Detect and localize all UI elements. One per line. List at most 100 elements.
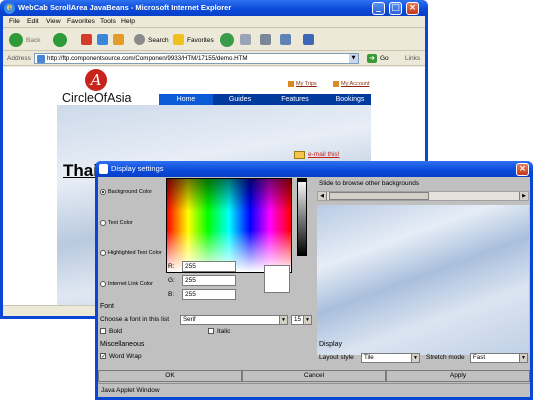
- font-family-value: Serif: [183, 316, 196, 323]
- applet-status-bar: Java Applet Window: [98, 383, 530, 397]
- print-icon[interactable]: [260, 34, 271, 45]
- menu-file[interactable]: File: [9, 18, 20, 25]
- ie-title-bar[interactable]: e WebCab ScrollArea JavaBeans - Microsof…: [0, 0, 428, 16]
- mail-icon[interactable]: [240, 34, 251, 45]
- address-bar: Address http://ftp.componentsource.com/C…: [3, 52, 425, 66]
- my-account-link[interactable]: My Account: [341, 81, 369, 87]
- stretch-mode-select[interactable]: Fast ▼: [470, 353, 528, 363]
- label-text-color[interactable]: Text Color: [108, 220, 133, 226]
- dialog-title: Display settings: [111, 164, 164, 173]
- chevron-down-icon[interactable]: ▼: [411, 354, 419, 362]
- menu-view[interactable]: View: [46, 18, 61, 25]
- my-trips-link[interactable]: My Trips: [296, 81, 317, 87]
- b-label: B:: [168, 291, 175, 298]
- address-dropdown-icon[interactable]: ▼: [349, 54, 358, 63]
- back-arrow-icon[interactable]: [9, 33, 23, 47]
- italic-checkbox[interactable]: [208, 328, 214, 334]
- color-preview-swatch: [264, 265, 290, 293]
- label-background-color[interactable]: Background Color: [108, 189, 152, 195]
- address-input[interactable]: http://ftp.componentsource.com/Componen/…: [34, 53, 359, 64]
- font-choose-label: Choose a font in this list: [100, 316, 170, 323]
- minimize-icon[interactable]: _: [372, 2, 385, 15]
- chevron-down-icon[interactable]: ▼: [279, 316, 287, 324]
- back-label[interactable]: Back: [26, 37, 40, 44]
- b-field[interactable]: 255: [182, 289, 236, 300]
- scroll-right-icon[interactable]: ▶: [519, 192, 528, 200]
- menu-tools[interactable]: Tools: [100, 18, 116, 25]
- address-label: Address: [7, 55, 31, 62]
- chevron-down-icon[interactable]: ▼: [303, 316, 311, 324]
- menu-edit[interactable]: Edit: [27, 18, 39, 25]
- brightness-slider[interactable]: [297, 178, 307, 256]
- trips-icon: [288, 81, 294, 87]
- ie-logo-icon: e: [4, 3, 15, 14]
- misc-section-title: Miscellaneous: [100, 341, 145, 348]
- go-button[interactable]: Go: [380, 55, 389, 62]
- dialog-title-bar[interactable]: Display settings ×: [95, 161, 533, 177]
- radio-internet-link-color[interactable]: [100, 281, 106, 287]
- bold-label[interactable]: Bold: [109, 328, 122, 335]
- toolbar: Back Search Favorites: [3, 29, 425, 51]
- close-icon[interactable]: ×: [406, 2, 419, 15]
- scroll-left-icon[interactable]: ◀: [318, 192, 327, 200]
- g-field[interactable]: 255: [182, 275, 236, 286]
- refresh-icon[interactable]: [97, 34, 108, 45]
- word-wrap-label[interactable]: Word Wrap: [109, 353, 142, 360]
- brightness-thumb[interactable]: [297, 179, 307, 182]
- layout-style-label: Layout style: [319, 354, 354, 361]
- label-internet-link-color[interactable]: Internet Link Color: [108, 281, 153, 287]
- search-label[interactable]: Search: [148, 37, 169, 44]
- bold-checkbox[interactable]: [100, 328, 106, 334]
- edit-icon[interactable]: [280, 34, 291, 45]
- display-settings-dialog: Display settings × Background Color Text…: [95, 161, 533, 400]
- stretch-mode-label: Stretch mode: [426, 354, 465, 361]
- java-icon: [99, 164, 108, 174]
- label-highlighted-text-color[interactable]: Highlighted Text Color: [108, 250, 162, 256]
- chevron-down-icon[interactable]: ▼: [519, 354, 527, 362]
- history-icon[interactable]: [220, 33, 234, 47]
- background-slider-thumb[interactable]: [329, 192, 429, 200]
- ok-button[interactable]: OK: [98, 370, 242, 382]
- slider-hint: Slide to browse other backgrounds: [319, 180, 420, 187]
- logo-icon: A: [85, 69, 107, 91]
- font-size-select[interactable]: 15 ▼: [291, 315, 312, 325]
- site-nav: Home Guides Features Bookings: [159, 94, 371, 105]
- favorites-star-icon[interactable]: [173, 34, 184, 45]
- r-field[interactable]: 255: [182, 261, 236, 272]
- radio-text-color[interactable]: [100, 220, 106, 226]
- radio-highlighted-text-color[interactable]: [100, 250, 106, 256]
- forward-arrow-icon[interactable]: [53, 33, 67, 47]
- site-header: A CircleOfAsia My Trips My Account Home …: [57, 67, 371, 105]
- italic-label[interactable]: Italic: [217, 328, 230, 335]
- nav-home[interactable]: Home: [159, 94, 213, 105]
- maximize-icon[interactable]: □: [389, 2, 402, 15]
- nav-guides[interactable]: Guides: [215, 94, 265, 105]
- links-label[interactable]: Links: [405, 55, 420, 62]
- dialog-button-bar: OK Cancel Apply: [98, 370, 530, 382]
- font-family-select[interactable]: Serif ▼: [180, 315, 288, 325]
- color-palette[interactable]: [166, 178, 292, 273]
- stop-icon[interactable]: [81, 34, 92, 45]
- nav-features[interactable]: Features: [267, 94, 323, 105]
- apply-button[interactable]: Apply: [386, 370, 530, 382]
- page-icon: [37, 55, 45, 63]
- layout-style-select[interactable]: Tile ▼: [361, 353, 420, 363]
- radio-background-color[interactable]: [100, 189, 106, 195]
- menu-bar: File Edit View Favorites Tools Help: [3, 16, 425, 28]
- menu-help[interactable]: Help: [121, 18, 135, 25]
- menu-favorites[interactable]: Favorites: [67, 18, 95, 25]
- messenger-icon[interactable]: [303, 34, 314, 45]
- email-this-link[interactable]: e-mail this!: [308, 151, 339, 158]
- layout-style-value: Tile: [364, 354, 374, 361]
- cancel-button[interactable]: Cancel: [242, 370, 386, 382]
- background-slider[interactable]: ◀ ▶: [317, 191, 529, 201]
- word-wrap-checkbox[interactable]: ✓: [100, 353, 106, 360]
- nav-bookings[interactable]: Bookings: [325, 94, 375, 105]
- logo-text: CircleOfAsia: [62, 91, 132, 105]
- search-icon[interactable]: [134, 34, 145, 45]
- home-icon[interactable]: [113, 34, 124, 45]
- go-arrow-icon[interactable]: ➜: [367, 54, 377, 63]
- envelope-icon: [294, 151, 305, 159]
- favorites-label[interactable]: Favorites: [187, 37, 214, 44]
- dialog-close-icon[interactable]: ×: [516, 163, 529, 176]
